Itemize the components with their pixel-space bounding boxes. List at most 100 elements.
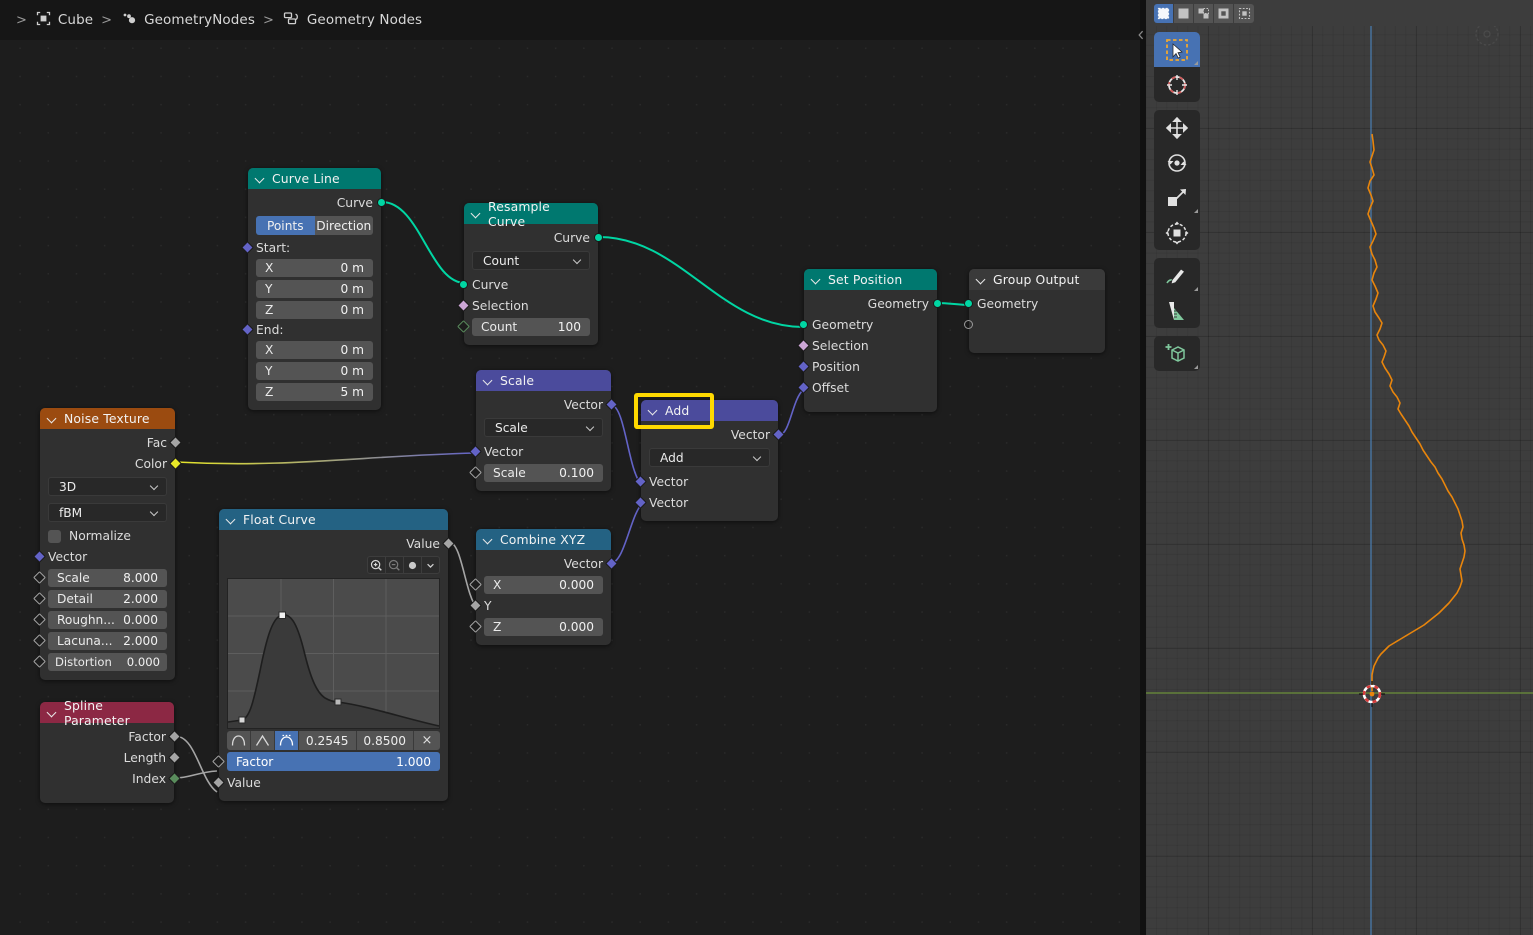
factor-slider[interactable]: Factor 1.000	[227, 752, 440, 771]
input-value[interactable]: Value	[212, 772, 448, 793]
move-tool[interactable]	[1154, 110, 1200, 145]
socket-vector-in[interactable]	[33, 550, 46, 563]
socket-lacunarity-in[interactable]	[33, 634, 46, 647]
chevron-down-icon[interactable]	[256, 174, 265, 183]
noise-type-dropdown[interactable]: fBM	[48, 503, 167, 522]
socket-z-in[interactable]	[469, 620, 482, 633]
z-field[interactable]: Z 0.000	[484, 617, 603, 636]
socket-curve-out[interactable]	[377, 198, 386, 207]
scale-field[interactable]: Scale 0.100	[484, 463, 603, 482]
scale-tool[interactable]	[1154, 180, 1200, 215]
select-extend-icon[interactable]	[1174, 3, 1194, 23]
socket-vector-out[interactable]	[772, 428, 785, 441]
detail-field[interactable]: Detail 2.000	[48, 589, 167, 608]
x-field[interactable]: X 0.000	[484, 575, 603, 594]
zoom-in-icon[interactable]	[367, 556, 386, 574]
input-vector[interactable]: Vector	[469, 441, 611, 462]
vector-handle-icon[interactable]	[251, 731, 275, 750]
socket-end[interactable]	[241, 323, 254, 336]
end-x-field[interactable]: X 0 m	[256, 340, 373, 359]
distortion-field[interactable]: Distortion 0.000	[48, 652, 167, 671]
node-vector-math-add[interactable]: Add Vector Add Vector Vector	[634, 400, 785, 521]
geometry-node-editor[interactable]: > Cube > GeometryNodes > Geometry Nodes …	[0, 0, 1140, 935]
socket-position-in[interactable]	[797, 360, 810, 373]
start-x-field[interactable]: X 0 m	[256, 258, 373, 277]
node-header-set-position[interactable]: Set Position	[804, 269, 937, 290]
chevron-down-icon[interactable]	[812, 275, 821, 284]
input-curve[interactable]: Curve	[459, 274, 598, 295]
roughness-field[interactable]: Roughn... 0.000	[48, 610, 167, 629]
3d-viewport[interactable]	[1146, 0, 1533, 935]
normalize-row[interactable]: Normalize	[40, 526, 175, 546]
node-header-noise-texture[interactable]: Noise Texture	[40, 408, 175, 429]
breadcrumb-item-nodetree[interactable]: Geometry Nodes	[283, 11, 422, 30]
socket-geometry-out[interactable]	[933, 299, 942, 308]
auto-handle-icon[interactable]	[227, 731, 251, 750]
sidebar-toggle-arrow[interactable]	[1136, 28, 1146, 42]
output-index[interactable]: Index	[40, 768, 181, 789]
output-color[interactable]: Color	[40, 453, 182, 474]
curve-preset-dropdown-icon[interactable]	[421, 556, 440, 574]
zoom-out-icon[interactable]	[385, 556, 404, 574]
socket-scale-in[interactable]	[469, 466, 482, 479]
curve-point-y-value[interactable]: 0.8500	[356, 731, 414, 750]
input-vector-1[interactable]: Vector	[634, 471, 778, 492]
y-row[interactable]: Y	[469, 595, 611, 616]
output-vector[interactable]: Vector	[476, 394, 618, 415]
chevron-down-icon[interactable]	[484, 376, 493, 385]
curve-point-x-value[interactable]: 0.2545	[299, 731, 357, 750]
node-set-position[interactable]: Set Position Geometry Geometry Selection	[797, 269, 942, 412]
input-position[interactable]: Position	[797, 356, 937, 377]
factor-row[interactable]: Factor 1.000	[212, 751, 448, 772]
count-row[interactable]: Count 100	[457, 316, 598, 337]
start-y-field[interactable]: Y 0 m	[256, 279, 373, 298]
cursor-tool[interactable]	[1154, 67, 1200, 102]
lacunarity-field[interactable]: Lacuna... 2.000	[48, 631, 167, 650]
resample-mode-dropdown[interactable]: Count	[472, 251, 590, 270]
node-vector-math-scale[interactable]: Scale Vector Scale Vector Scale 0.100	[469, 370, 618, 491]
socket-vector-in-1[interactable]	[634, 475, 647, 488]
socket-factor-in[interactable]	[212, 755, 225, 768]
start-z-field[interactable]: Z 0 m	[256, 300, 373, 319]
noise-type-dropdown-row[interactable]: fBM	[40, 500, 175, 526]
annotate-tool[interactable]	[1154, 258, 1200, 293]
input-selection[interactable]: Selection	[457, 295, 598, 316]
node-header-scale[interactable]: Scale	[476, 370, 611, 391]
mode-toggle-group[interactable]: Points Direction	[256, 216, 373, 235]
socket-value-in[interactable]	[212, 776, 225, 789]
output-curve[interactable]: Curve	[464, 227, 603, 248]
end-x-row[interactable]: X 0 m	[248, 339, 381, 360]
chevron-down-icon[interactable]	[649, 406, 658, 415]
chevron-down-icon[interactable]	[484, 535, 493, 544]
start-x-row[interactable]: X 0 m	[248, 257, 381, 278]
node-header-add[interactable]: Add	[641, 400, 778, 421]
socket-value-out[interactable]	[442, 537, 455, 550]
toggle-direction[interactable]: Direction	[314, 216, 373, 235]
socket-geometry-in[interactable]	[964, 299, 973, 308]
output-vector[interactable]: Vector	[641, 424, 785, 445]
scale-operation-dropdown[interactable]: Scale	[484, 418, 603, 437]
mode-dropdown-row[interactable]: Count	[464, 248, 598, 274]
detail-row[interactable]: Detail 2.000	[33, 588, 175, 609]
select-intersect-icon[interactable]	[1234, 3, 1254, 23]
auto-clamped-handle-icon[interactable]	[275, 731, 299, 750]
end-z-field[interactable]: Z 5 m	[256, 382, 373, 401]
node-header-spline-parameter[interactable]: Spline Parameter	[40, 698, 174, 728]
node-spline-parameter[interactable]: Spline Parameter Factor Length Index	[40, 698, 181, 803]
node-float-curve[interactable]: Float Curve Value 0.2545 0.8500 × Factor…	[212, 509, 455, 801]
socket-selection-in[interactable]	[797, 339, 810, 352]
curve-toolbar[interactable]	[227, 556, 440, 574]
scale-field[interactable]: Scale 8.000	[48, 568, 167, 587]
scale-row[interactable]: Scale 8.000	[33, 567, 175, 588]
output-vector[interactable]: Vector	[476, 553, 618, 574]
input-vector[interactable]: Vector	[33, 546, 175, 567]
select-mode-group[interactable]	[1154, 3, 1254, 23]
chevron-down-icon[interactable]	[48, 708, 57, 717]
curve-tools-icon[interactable]	[403, 556, 422, 574]
curve-object[interactable]	[1146, 0, 1533, 935]
lacunarity-row[interactable]: Lacuna... 2.000	[33, 630, 175, 651]
operation-dropdown-row[interactable]: Add	[641, 445, 778, 471]
socket-index-out[interactable]	[168, 772, 181, 785]
select-subtract-icon[interactable]	[1194, 3, 1214, 23]
socket-x-in[interactable]	[469, 578, 482, 591]
